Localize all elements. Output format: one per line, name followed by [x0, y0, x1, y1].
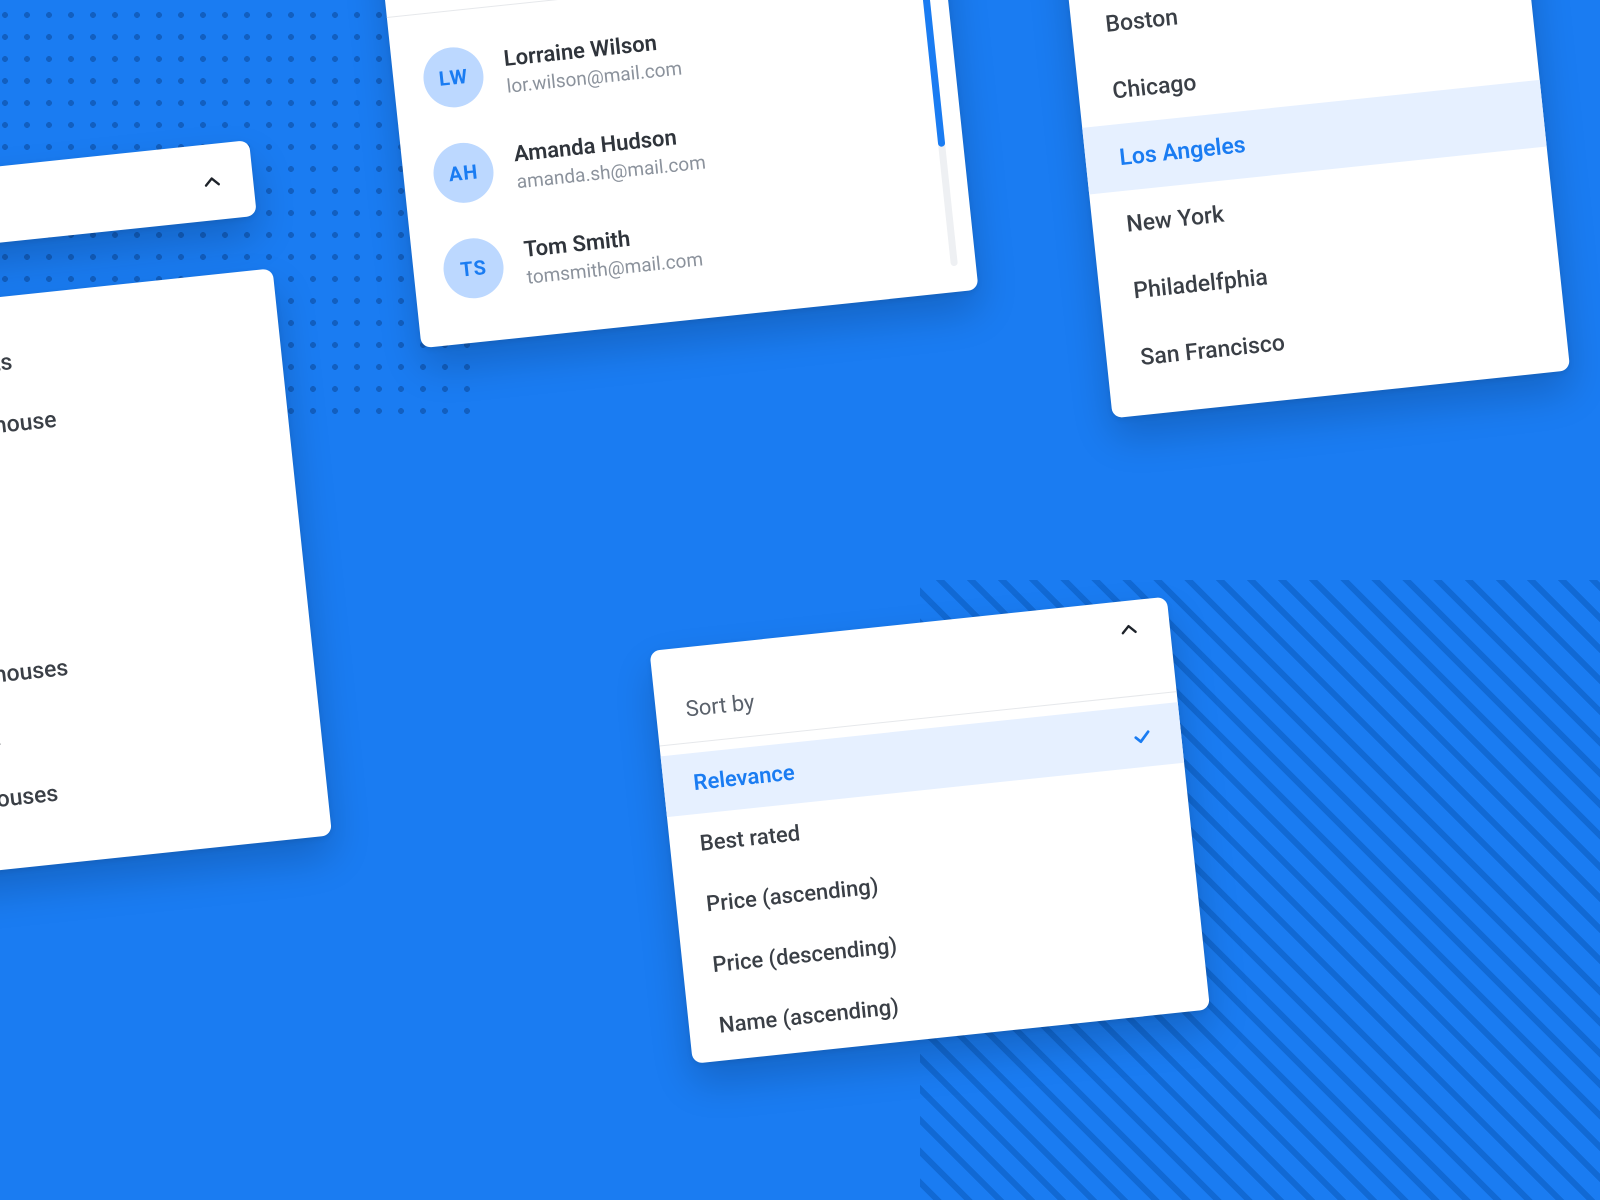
sort-by-panel: Sort by RelevanceBest ratedPrice (ascend… [650, 597, 1211, 1064]
chevron-up-icon [200, 170, 224, 194]
housing-option-label: Rustic houses [0, 653, 69, 695]
sort-option-label: Relevance [692, 761, 796, 796]
avatar: AH [431, 140, 497, 206]
housing-option-label: Duplex [0, 723, 2, 757]
housing-type-list: ApartmentsTerraced houseHousesStudiesLof… [0, 268, 332, 885]
send-to-panel: Send to LWLorraine Wilsonlor.wilson@mail… [377, 0, 979, 348]
housing-option-label: Terraced house [0, 405, 58, 449]
sort-option-label: Price (ascending) [705, 874, 880, 917]
sort-option-label: Price (descending) [711, 934, 898, 978]
housing-option-label: Apartments [0, 348, 14, 388]
avatar: TS [441, 235, 507, 301]
sort-option-label: Name (ascending) [718, 995, 900, 1039]
scrollbar-thumb[interactable] [922, 0, 945, 147]
destination-panel: Destination BostonChicagoLos AngelesNew … [1060, 0, 1570, 418]
check-icon [1130, 724, 1154, 748]
scrollbar[interactable] [922, 0, 958, 266]
chevron-up-icon[interactable] [1117, 618, 1141, 642]
avatar: LW [420, 44, 486, 110]
housing-option-label: Penthouses [0, 779, 59, 819]
sort-option-label: Best rated [699, 821, 802, 856]
